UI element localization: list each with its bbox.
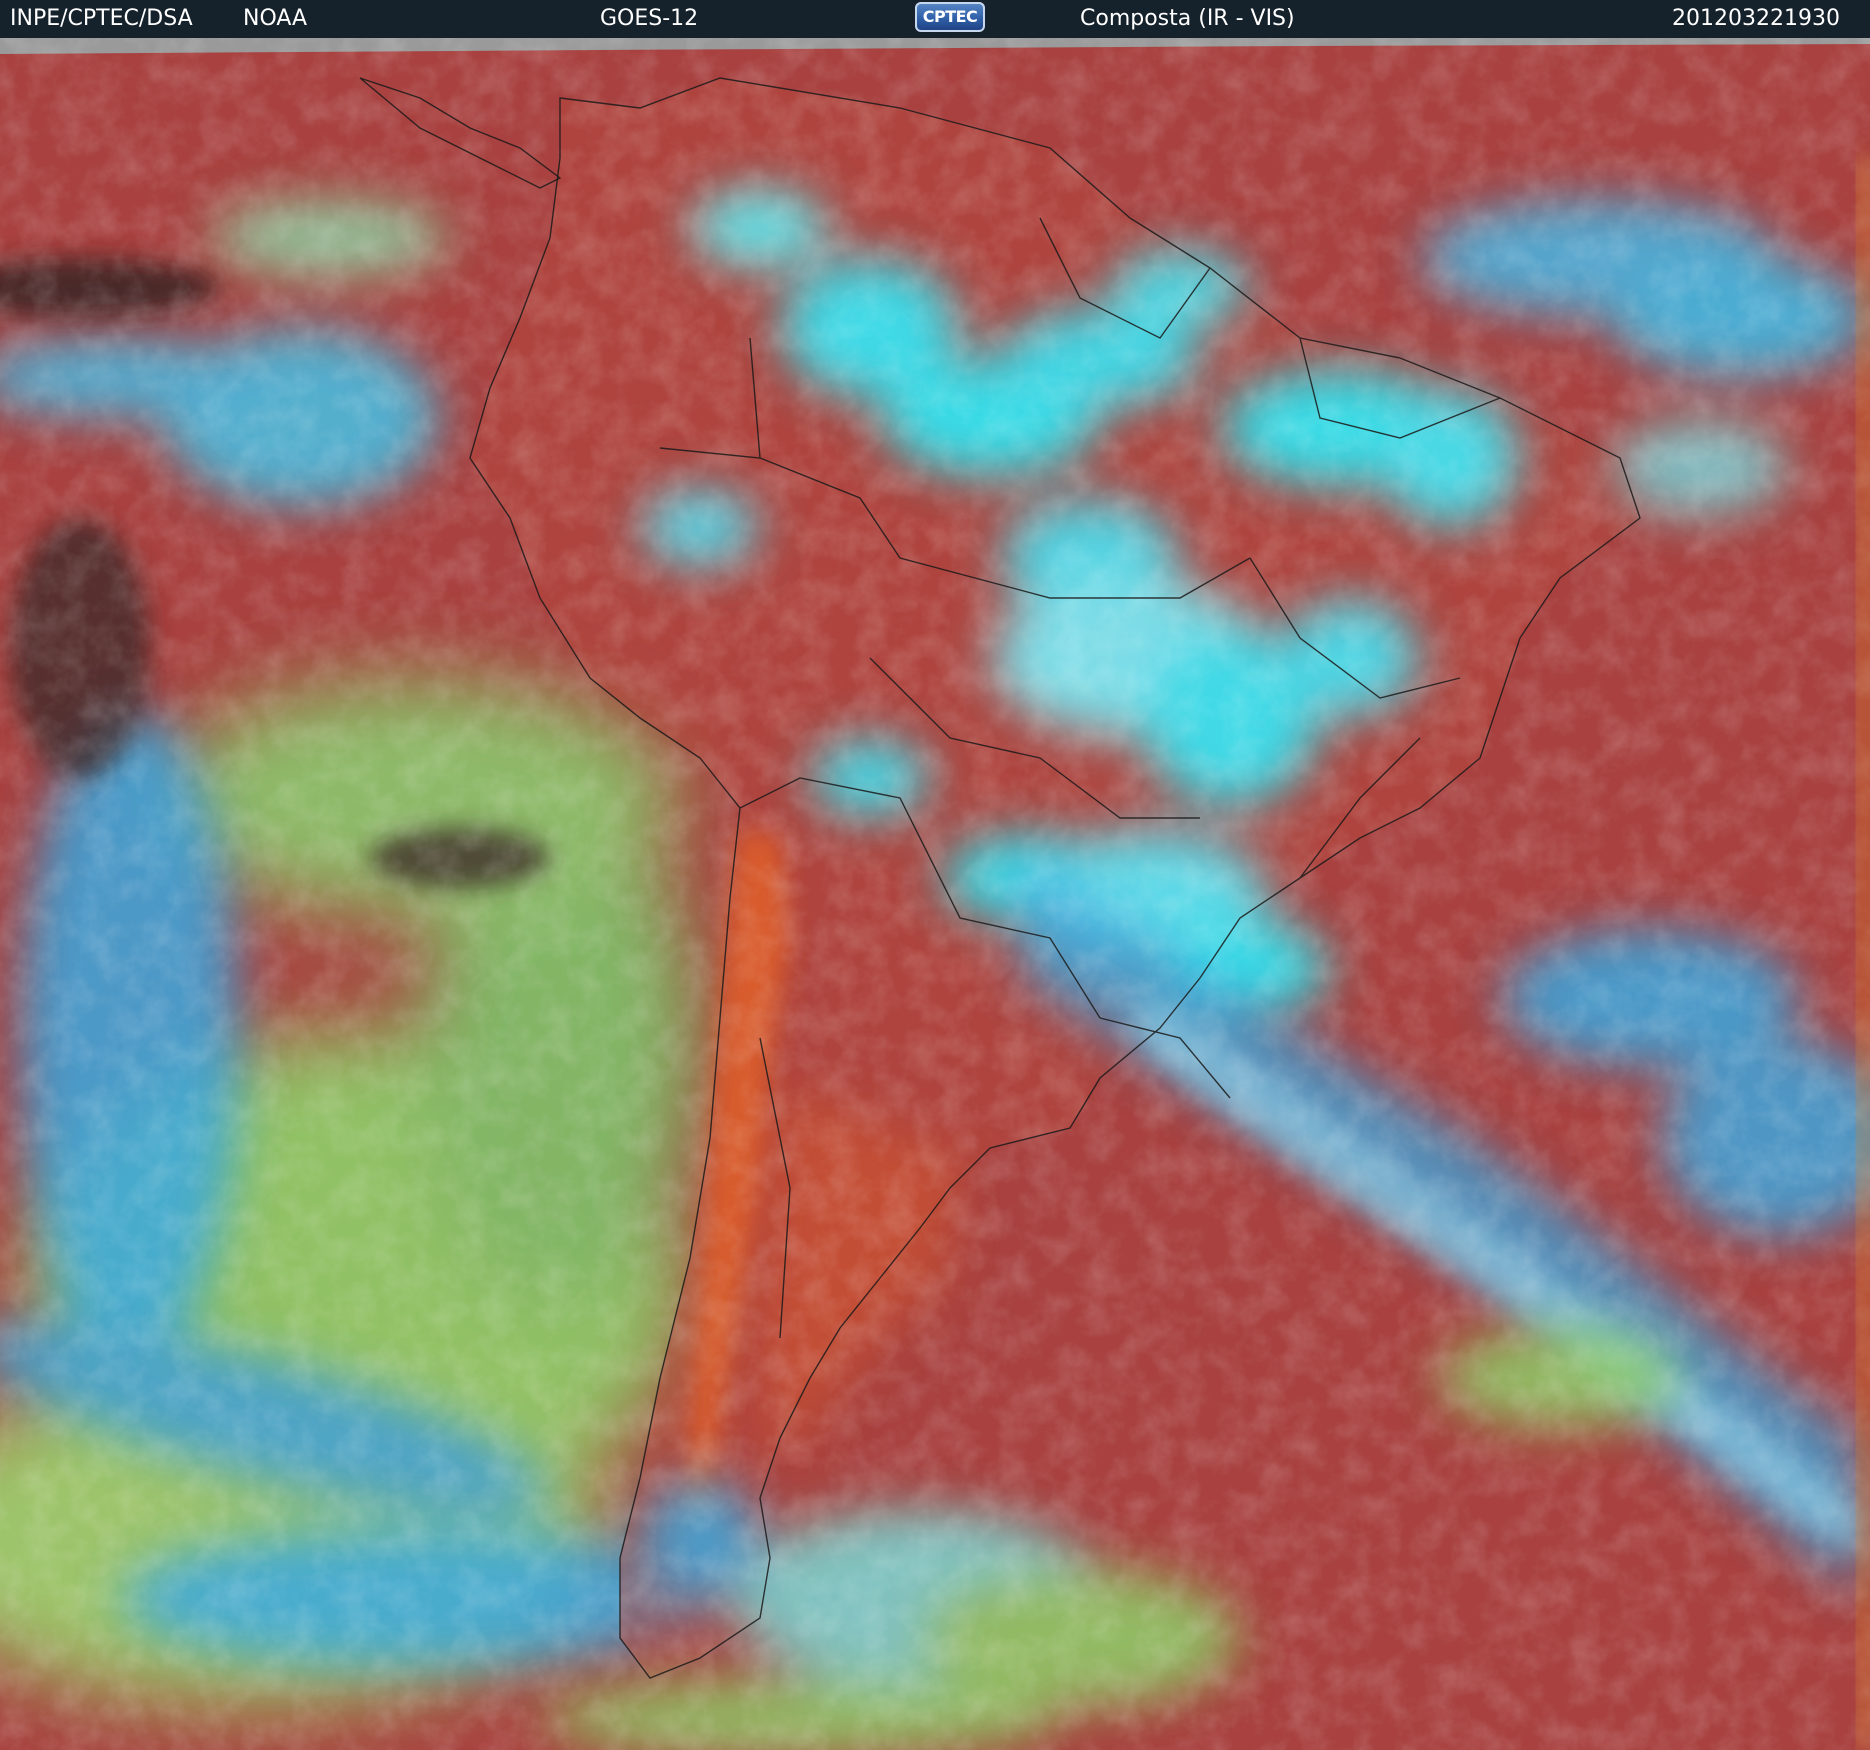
image-header: INPE/CPTEC/DSA NOAA GOES-12 CPTEC Compos… (0, 0, 1870, 38)
cptec-logo-icon: CPTEC (915, 2, 985, 32)
product-label: Composta (IR - VIS) (1080, 6, 1295, 31)
logo-text: CPTEC (922, 7, 978, 26)
organization-label: INPE/CPTEC/DSA (10, 6, 193, 31)
agency-label: NOAA (243, 6, 308, 31)
satellite-imagery (0, 38, 1870, 1750)
composite-image (0, 38, 1870, 1750)
cloud-texture (0, 38, 1870, 1750)
timestamp-label: 201203221930 (1672, 6, 1840, 31)
right-edge-rim (1858, 158, 1870, 1750)
satellite-label: GOES-12 (600, 6, 699, 31)
